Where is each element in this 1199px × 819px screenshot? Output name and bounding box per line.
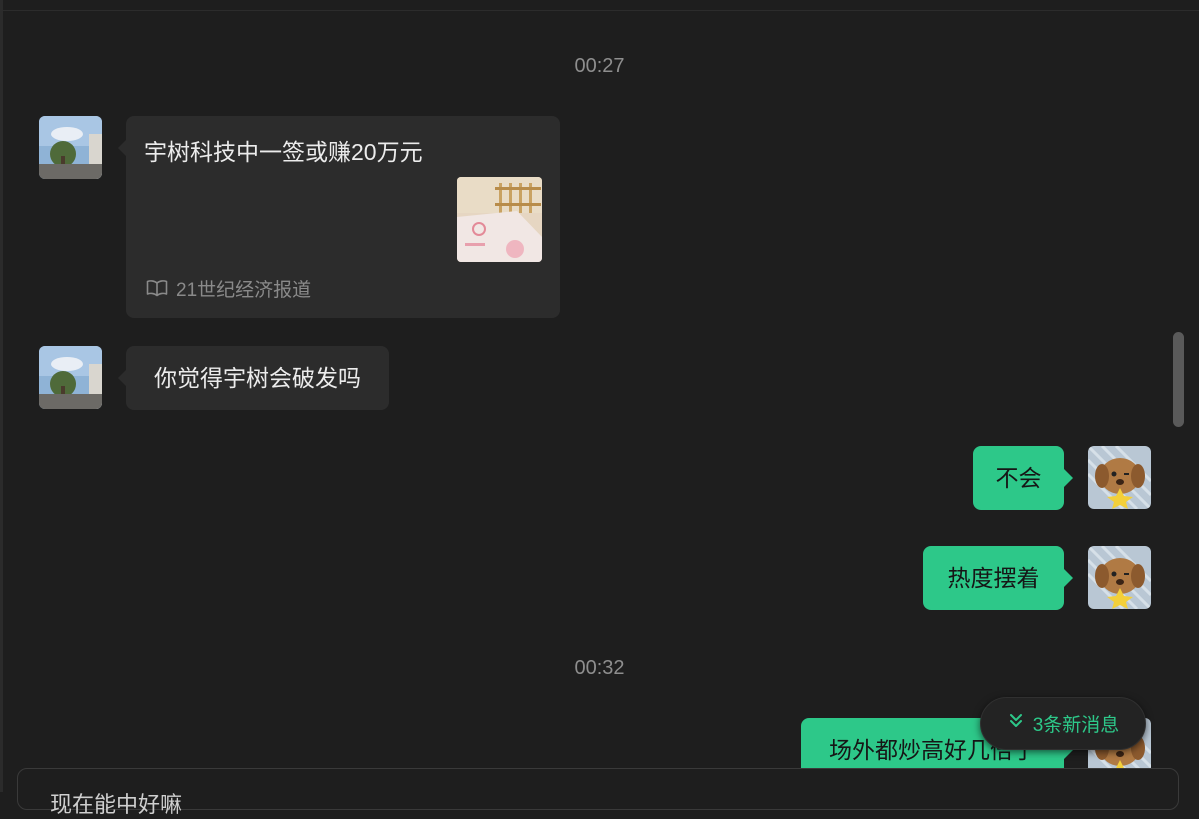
my-avatar[interactable] (1088, 546, 1151, 609)
message-text: 你觉得宇树会破发吗 (154, 364, 361, 391)
bubble-tail (1064, 569, 1073, 587)
new-messages-label: 3条新消息 (1032, 715, 1120, 736)
new-messages-button[interactable]: 3条新消息 (980, 697, 1146, 750)
message-bubble[interactable]: 不会 (973, 446, 1064, 510)
bubble-tail (1064, 469, 1073, 487)
timestamp: 00:27 (574, 55, 625, 77)
link-card-bubble[interactable]: 宇树科技中一签或赚20万元 21世纪经济报道 (126, 116, 560, 318)
message-text: 不会 (995, 464, 1042, 491)
source-label: 21世纪经济报道 (176, 279, 312, 301)
message-bubble[interactable]: 你觉得宇树会破发吗 (126, 346, 389, 410)
contact-avatar[interactable] (39, 346, 102, 409)
message-bubble[interactable]: 热度摆着 (923, 546, 1064, 610)
article-thumbnail (457, 177, 542, 262)
my-avatar[interactable] (1088, 446, 1151, 509)
timestamp: 00:32 (574, 657, 625, 679)
double-chevron-down-icon (1007, 712, 1025, 736)
message-input[interactable]: 现在能中好嘛 (17, 768, 1179, 817)
header-divider (0, 10, 1199, 11)
link-card-title: 宇树科技中一签或赚20万元 (144, 139, 423, 165)
book-open-icon (146, 279, 168, 301)
message-text: 热度摆着 (947, 564, 1040, 591)
contact-avatar[interactable] (39, 116, 102, 179)
scrollbar-thumb[interactable] (1173, 332, 1184, 427)
link-card-source: 21世纪经济报道 (146, 279, 311, 301)
